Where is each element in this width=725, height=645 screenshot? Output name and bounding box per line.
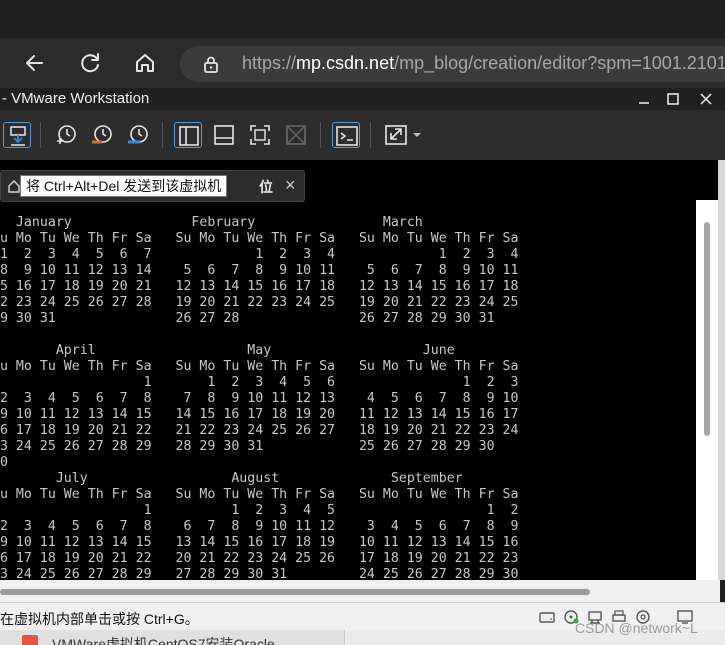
snapshot-manager-icon[interactable] <box>124 122 152 148</box>
vertical-scroll-thumb[interactable] <box>704 222 710 436</box>
maximize-icon[interactable] <box>664 90 682 108</box>
url-path: /mp_blog/creation/editor?spm=1001.2101. <box>394 53 725 73</box>
back-arrow-icon[interactable] <box>22 50 48 76</box>
home-icon[interactable] <box>132 50 158 76</box>
lock-icon[interactable] <box>202 55 220 73</box>
csdn-watermark: CSDN @network~L <box>575 620 698 636</box>
console-frame-edge <box>718 160 725 580</box>
url-prefix: https:// <box>242 53 297 73</box>
library-view-icon[interactable] <box>174 122 202 148</box>
vm-tab-label[interactable]: 位 <box>259 177 273 197</box>
csdn-logo-icon <box>22 635 38 645</box>
ctrl-alt-del-tooltip: 将 Ctrl+Alt+Del 发送到该虚拟机 <box>20 175 228 197</box>
close-icon[interactable] <box>697 90 715 108</box>
horizontal-scrollbar[interactable] <box>0 580 720 602</box>
refresh-icon[interactable] <box>77 50 103 76</box>
home-tab-icon[interactable] <box>7 179 21 193</box>
taskbar-item[interactable]: VMWare虚拟机CentOS7安装Oracle <box>0 630 345 645</box>
calendar-output: January February March Su Mo Tu We Th Fr… <box>0 215 519 580</box>
revert-snapshot-icon[interactable] <box>88 122 116 148</box>
unity-mode-icon[interactable] <box>282 122 310 148</box>
background-page-fragment <box>720 180 725 210</box>
send-ctrl-alt-del-icon[interactable] <box>3 122 31 148</box>
toolbar-divider <box>370 122 371 148</box>
taskbar-item-label[interactable]: VMWare虚拟机CentOS7安装Oracle <box>52 634 275 645</box>
hard-disk-icon[interactable] <box>538 609 556 625</box>
full-screen-icon[interactable] <box>246 122 274 148</box>
vertical-scrollbar[interactable] <box>696 200 718 580</box>
status-hint: 在虚拟机内部单击或按 Ctrl+G。 <box>0 611 199 627</box>
toolbar-divider <box>162 122 163 148</box>
url-domain: mp.csdn.net <box>296 53 395 73</box>
browser-navigation-bar: https://mp.csdn.net/mp_blog/creation/edi… <box>0 38 725 88</box>
vmware-title-bar: - VMware Workstation <box>0 88 725 110</box>
snapshot-icon[interactable] <box>52 122 80 148</box>
chevron-down-icon[interactable] <box>410 122 424 148</box>
tab-close-icon[interactable]: × <box>285 175 296 196</box>
minimize-icon[interactable] <box>635 90 653 108</box>
stretch-guest-icon[interactable] <box>382 122 410 148</box>
console-view-icon[interactable] <box>332 122 360 148</box>
console-output[interactable]: January February March Su Mo Tu We Th Fr… <box>0 215 696 580</box>
thumbnail-view-icon[interactable] <box>210 122 238 148</box>
address-bar[interactable]: https://mp.csdn.net/mp_blog/creation/edi… <box>180 46 725 82</box>
toolbar-divider <box>320 122 321 148</box>
url-text: https://mp.csdn.net/mp_blog/creation/edi… <box>242 53 725 74</box>
window-title: - VMware Workstation <box>2 90 150 107</box>
browser-tab-strip <box>0 0 725 38</box>
vmware-toolbar <box>0 110 725 160</box>
horizontal-scroll-thumb[interactable] <box>0 589 590 595</box>
toolbar-divider <box>40 122 41 148</box>
